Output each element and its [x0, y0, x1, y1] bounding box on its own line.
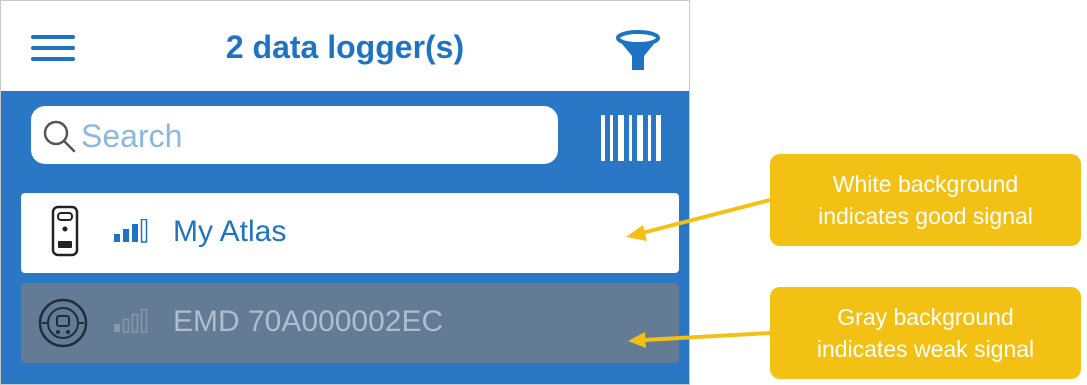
header-bar: 2 data logger(s)	[1, 1, 689, 89]
device-name: My Atlas	[173, 215, 287, 248]
search-input[interactable]: Search	[31, 106, 558, 164]
callout-line-1: White background	[832, 171, 1019, 197]
device-name: EMD 70A000002EC	[173, 305, 444, 338]
app-window: 2 data logger(s) Search My Atlas EMD 70A…	[0, 0, 690, 385]
filter-funnel-icon[interactable]	[615, 29, 661, 73]
barcode-scan-icon[interactable]	[599, 113, 663, 163]
signal-strength-good-icon	[114, 219, 148, 243]
search-placeholder: Search	[81, 118, 183, 154]
callout-line-2: indicates weak signal	[816, 336, 1035, 362]
weak-signal-callout: Gray background indicates weak signal	[770, 287, 1081, 379]
device-row-weak-signal[interactable]: EMD 70A000002EC	[21, 283, 679, 363]
callout-line-2: indicates good signal	[818, 203, 1033, 229]
round-logger-icon	[38, 298, 88, 348]
device-list-panel: Search My Atlas EMD 70A000002EC	[1, 91, 689, 384]
device-row-good-signal[interactable]: My Atlas	[21, 193, 679, 273]
good-signal-callout: White background indicates good signal	[770, 154, 1081, 246]
page-title: 2 data logger(s)	[225, 29, 465, 65]
callout-line-1: Gray background	[837, 304, 1014, 330]
signal-strength-weak-icon	[114, 309, 148, 333]
logger-device-icon	[51, 205, 79, 257]
search-icon	[43, 120, 76, 153]
